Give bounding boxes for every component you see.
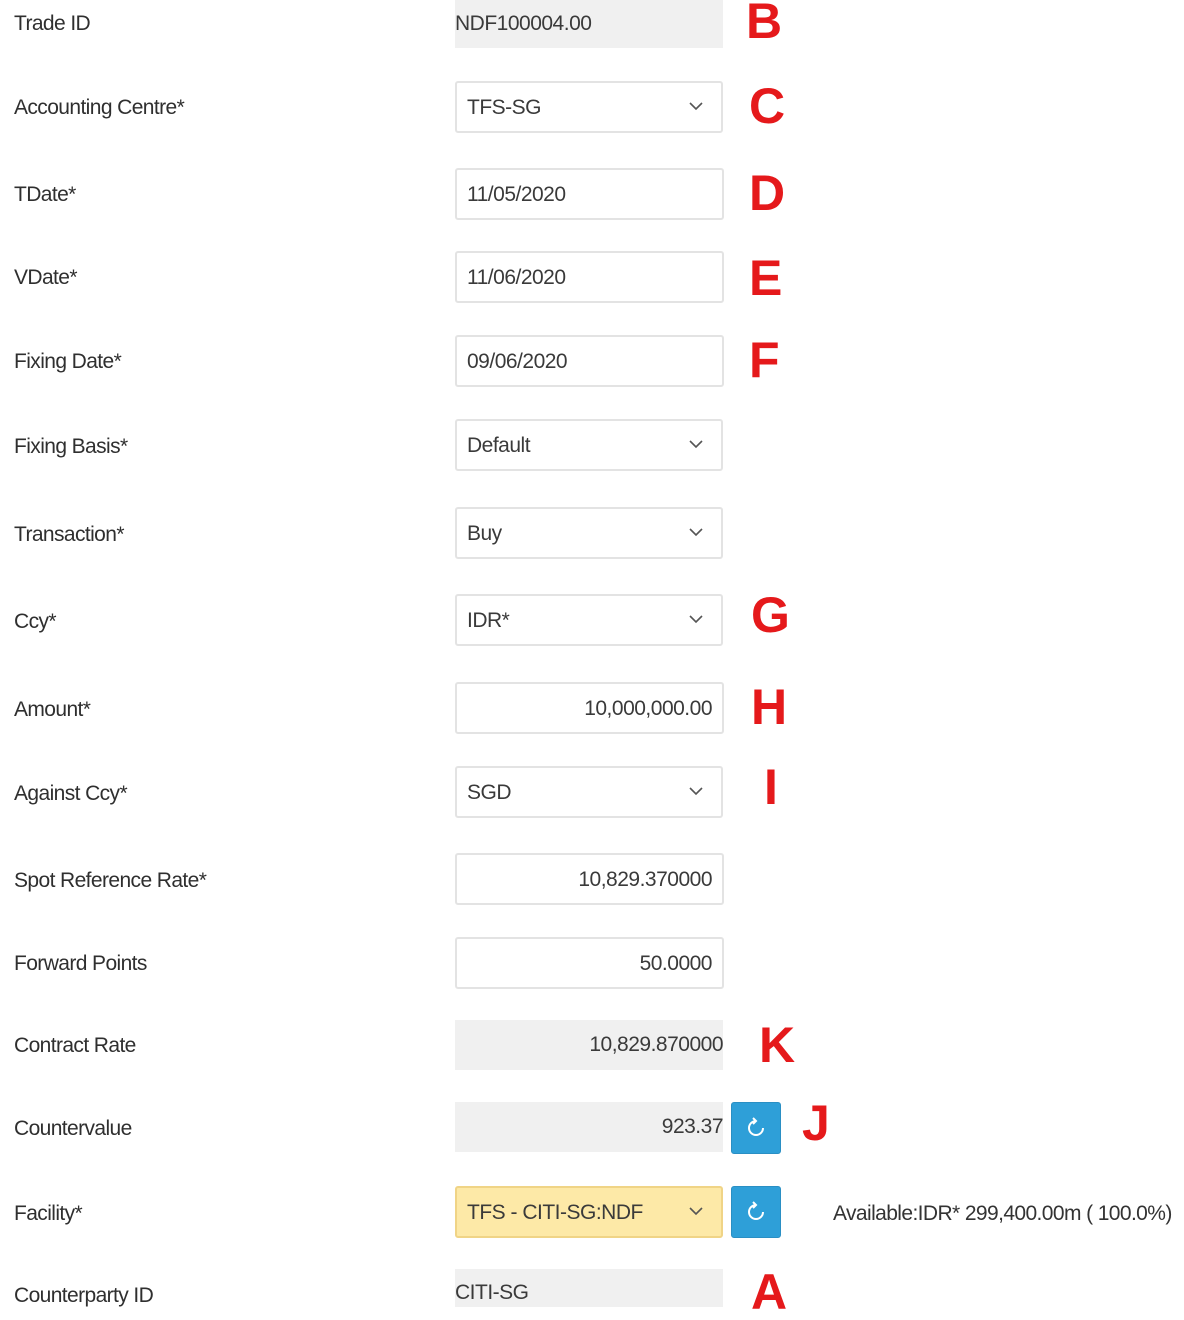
marker-d: D <box>749 165 786 221</box>
fixing-basis-label: Fixing Basis* <box>14 435 128 458</box>
ccy-label: Ccy* <box>14 610 57 633</box>
chevron-down-icon <box>689 787 703 796</box>
row-facility: Facility* TFS - CITI-SG:NDF Available:ID… <box>0 1186 1184 1242</box>
countervalue-refresh-button[interactable] <box>731 1102 781 1154</box>
row-forward-points: Forward Points 50.0000 <box>0 937 1184 993</box>
spot-reference-rate-label: Spot Reference Rate* <box>14 869 207 892</box>
forward-points-label: Forward Points <box>14 952 147 975</box>
facility-label: Facility* <box>14 1202 83 1225</box>
row-spot-reference-rate: Spot Reference Rate* 10,829.370000 <box>0 853 1184 909</box>
contract-rate-field: 10,829.870000 <box>455 1020 723 1070</box>
countervalue-field: 923.37 <box>455 1102 724 1152</box>
row-fixing-basis: Fixing Basis* Default <box>0 419 1184 475</box>
against-ccy-select[interactable]: SGD <box>455 766 723 818</box>
row-amount: Amount* 10,000,000.00 H <box>0 682 1184 738</box>
vdate-input[interactable]: 11/06/2020 <box>455 251 724 303</box>
against-ccy-label: Against Ccy* <box>14 782 128 805</box>
tdate-input[interactable]: 11/05/2020 <box>455 168 724 220</box>
chevron-down-icon <box>689 440 703 449</box>
counterparty-id-label: Counterparty ID <box>14 1284 154 1307</box>
row-counterparty-id: Counterparty ID CITI-SG A <box>0 1267 1184 1317</box>
row-fixing-date: Fixing Date* 09/06/2020 F <box>0 335 1184 391</box>
transaction-label: Transaction* <box>14 523 125 546</box>
marker-i: I <box>764 759 778 815</box>
spot-reference-rate-input[interactable]: 10,829.370000 <box>455 853 724 905</box>
vdate-label: VDate* <box>14 266 78 289</box>
fixing-date-input[interactable]: 09/06/2020 <box>455 335 724 387</box>
amount-input[interactable]: 10,000,000.00 <box>455 682 724 734</box>
marker-g: G <box>751 587 790 643</box>
amount-label: Amount* <box>14 698 91 721</box>
facility-select[interactable]: TFS - CITI-SG:NDF <box>455 1186 723 1238</box>
chevron-down-icon <box>689 615 703 624</box>
marker-c: C <box>749 78 786 134</box>
marker-b: B <box>746 0 783 49</box>
row-transaction: Transaction* Buy <box>0 507 1184 563</box>
facility-refresh-button[interactable] <box>731 1186 781 1238</box>
forward-points-input[interactable]: 50.0000 <box>455 937 724 989</box>
tdate-label: TDate* <box>14 183 76 206</box>
marker-j: J <box>802 1095 830 1151</box>
counterparty-id-field: CITI-SG <box>455 1269 723 1307</box>
row-trade-id: Trade ID NDF100004.00 B <box>0 0 1184 56</box>
marker-h: H <box>751 679 788 735</box>
fixing-basis-select[interactable]: Default <box>455 419 723 471</box>
row-tdate: TDate* 11/05/2020 D <box>0 168 1184 224</box>
row-against-ccy: Against Ccy* SGD I <box>0 762 1184 822</box>
accounting-centre-select[interactable]: TFS-SG <box>455 81 723 133</box>
row-countervalue: Countervalue 923.37 J <box>0 1098 1184 1158</box>
marker-a: A <box>751 1264 788 1320</box>
refresh-icon <box>748 1201 764 1220</box>
marker-f: F <box>749 332 780 388</box>
row-accounting-centre: Accounting Centre* TFS-SG C <box>0 81 1184 137</box>
marker-k: K <box>759 1017 796 1073</box>
chevron-down-icon <box>689 1207 703 1216</box>
chevron-down-icon <box>689 102 703 111</box>
contract-rate-label: Contract Rate <box>14 1034 136 1057</box>
refresh-icon <box>748 1117 764 1136</box>
row-ccy: Ccy* IDR* G <box>0 590 1184 650</box>
row-vdate: VDate* 11/06/2020 E <box>0 251 1184 307</box>
trade-id-label: Trade ID <box>14 12 91 35</box>
facility-available-text: Available:IDR* 299,400.00m ( 100.0%) <box>833 1202 1172 1225</box>
row-contract-rate: Contract Rate 10,829.870000 K <box>0 1020 1184 1076</box>
ccy-select[interactable]: IDR* <box>455 594 723 646</box>
countervalue-label: Countervalue <box>14 1117 132 1140</box>
transaction-select[interactable]: Buy <box>455 507 723 559</box>
marker-e: E <box>749 250 783 306</box>
chevron-down-icon <box>689 528 703 537</box>
fixing-date-label: Fixing Date* <box>14 350 122 373</box>
trade-id-field: NDF100004.00 <box>455 0 723 48</box>
accounting-centre-label: Accounting Centre* <box>14 96 185 119</box>
